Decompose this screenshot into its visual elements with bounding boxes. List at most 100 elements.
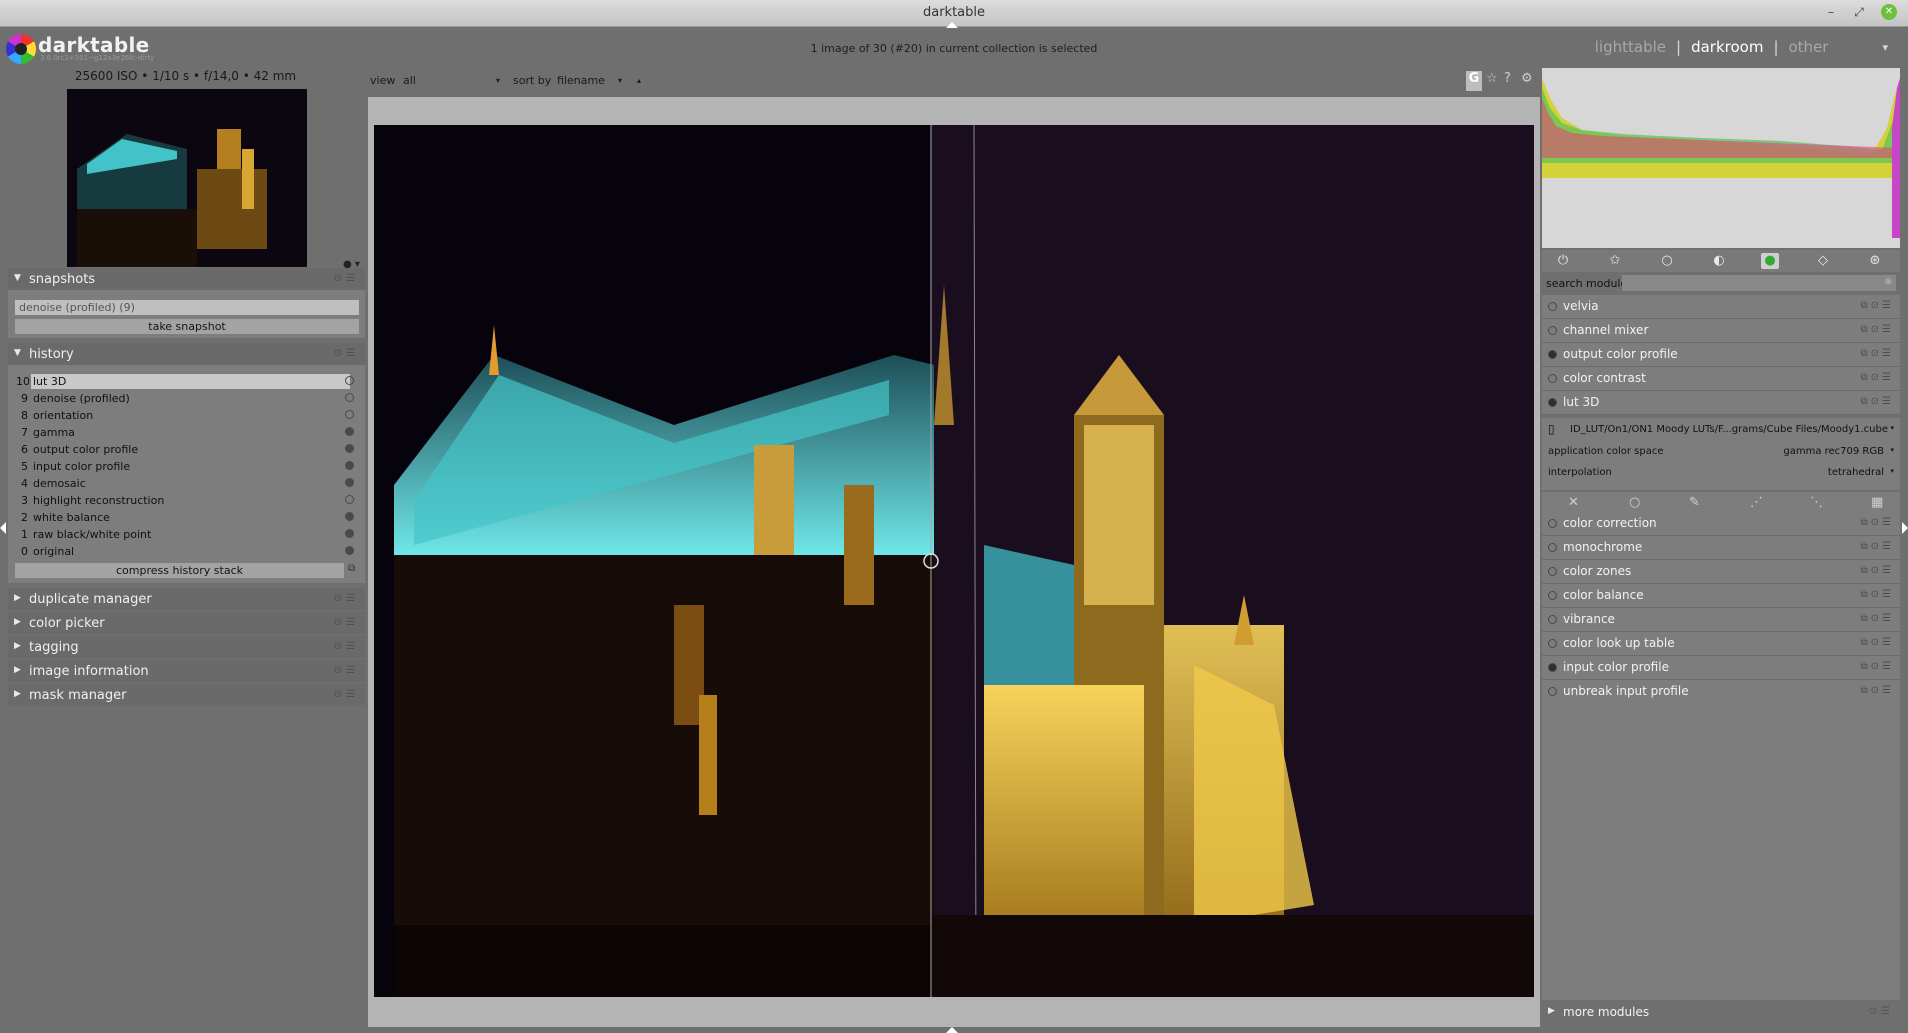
sort-dropdown-icon[interactable]: ▾: [618, 76, 622, 85]
collapse-top-arrow-icon[interactable]: [946, 22, 958, 28]
collapse-bottom-arrow-icon[interactable]: [946, 1027, 958, 1033]
module-controls-icon[interactable]: ⧉⊙☰: [1861, 589, 1894, 600]
maximize-icon[interactable]: ⤢: [1851, 4, 1867, 20]
power-icon[interactable]: [1548, 543, 1557, 552]
snapshots-header[interactable]: ▼ snapshots ⊙☰: [8, 268, 365, 290]
color-picker-header[interactable]: ▶ color picker ⊙☰: [8, 612, 365, 634]
tagging-header[interactable]: ▶ tagging ⊙☰: [8, 636, 365, 658]
blend-off-icon[interactable]: ✕: [1568, 495, 1579, 510]
minimize-icon[interactable]: –: [1823, 4, 1839, 20]
uniform-blend-icon[interactable]: ○: [1629, 495, 1640, 510]
module-controls-icon[interactable]: ⧉⊙☰: [1861, 372, 1894, 383]
power-icon[interactable]: [1548, 398, 1557, 407]
sort-select[interactable]: filename: [557, 74, 605, 87]
mask-manager-header[interactable]: ▶ mask manager ⊙☰: [8, 684, 365, 706]
interpolation-row[interactable]: interpolation tetrahedral ▾: [1548, 465, 1894, 483]
navigator-thumbnail[interactable]: [67, 89, 307, 267]
power-icon[interactable]: [1548, 615, 1557, 624]
history-item[interactable]: 9 denoise (profiled): [14, 390, 354, 407]
power-icon[interactable]: [1548, 639, 1557, 648]
clear-search-icon[interactable]: ⊗: [1884, 277, 1892, 287]
history-header[interactable]: ▼ history ⊙☰: [8, 343, 365, 365]
history-item[interactable]: 1 raw black/white point: [14, 526, 354, 543]
power-icon[interactable]: [1548, 519, 1557, 528]
module-controls-icon[interactable]: ⧉⊙☰: [1861, 541, 1894, 552]
snapshot-item[interactable]: denoise (profiled) (9): [15, 300, 359, 315]
histogram[interactable]: [1542, 68, 1900, 248]
module-controls-icon[interactable]: ⊙☰: [1869, 1006, 1894, 1017]
more-modules-header[interactable]: ▶ more modules ⊙☰: [1542, 1001, 1900, 1023]
take-snapshot-button[interactable]: take snapshot: [15, 319, 359, 334]
module-controls-icon[interactable]: ⧉⊙☰: [1861, 324, 1894, 335]
collapse-right-arrow-icon[interactable]: [1902, 522, 1908, 534]
history-item[interactable]: 8 orientation: [14, 407, 354, 424]
dropdown-icon[interactable]: ▾: [1890, 446, 1894, 454]
help-icon[interactable]: ?: [1504, 71, 1511, 86]
view-filter-dropdown-icon[interactable]: ▾: [496, 76, 500, 85]
history-item[interactable]: 3 highlight reconstruction: [14, 492, 354, 509]
sort-order-icon[interactable]: ▴: [637, 76, 641, 85]
module-color-correction[interactable]: color correction ⧉⊙☰: [1542, 512, 1900, 536]
view-filter-select[interactable]: all: [403, 74, 416, 87]
module-controls-icon[interactable]: ⊙☰: [334, 689, 359, 700]
drawn-parametric-mask-icon[interactable]: ⋱: [1810, 495, 1823, 510]
module-controls-icon[interactable]: ⊙☰: [334, 273, 359, 284]
module-controls-icon[interactable]: ⧉⊙☰: [1861, 613, 1894, 624]
history-item[interactable]: 7 gamma: [14, 424, 354, 441]
view-lighttable[interactable]: lighttable: [1595, 38, 1666, 56]
view-darkroom[interactable]: darkroom: [1691, 38, 1763, 56]
duplicate-manager-header[interactable]: ▶ duplicate manager ⊙☰: [8, 588, 365, 610]
power-icon[interactable]: [1548, 663, 1557, 672]
view-other[interactable]: other: [1789, 38, 1829, 56]
active-modules-group-icon[interactable]: ⏻: [1554, 253, 1572, 269]
module-vibrance[interactable]: vibrance ⧉⊙☰: [1542, 608, 1900, 632]
module-controls-icon[interactable]: ⊙☰: [334, 641, 359, 652]
color-group-icon[interactable]: ●: [1761, 253, 1779, 269]
grading-group-icon[interactable]: ◐: [1710, 253, 1728, 269]
favorites-group-icon[interactable]: ✩: [1606, 253, 1624, 269]
image-preview[interactable]: [374, 125, 1534, 997]
lut3d-file-row[interactable]: ▯ ID_LUT/On1/ON1 Moody LUTs/F...grams/Cu…: [1548, 422, 1894, 440]
module-controls-icon[interactable]: ⧉⊙☰: [1861, 565, 1894, 576]
dropdown-icon[interactable]: ▾: [1890, 424, 1894, 432]
compress-history-icon[interactable]: ⧉: [348, 563, 360, 577]
views-menu-icon[interactable]: ▾: [1882, 41, 1888, 54]
raster-mask-icon[interactable]: ▦: [1871, 495, 1883, 510]
power-icon[interactable]: [1548, 591, 1557, 600]
power-icon[interactable]: [1548, 567, 1557, 576]
module-color-balance[interactable]: color balance ⧉⊙☰: [1542, 584, 1900, 608]
module-color-lookup-table[interactable]: color look up table ⧉⊙☰: [1542, 632, 1900, 656]
module-controls-icon[interactable]: ⊙☰: [334, 617, 359, 628]
power-icon[interactable]: [1548, 374, 1557, 383]
technical-group-icon[interactable]: ○: [1658, 253, 1676, 269]
module-color-zones[interactable]: color zones ⧉⊙☰: [1542, 560, 1900, 584]
module-controls-icon[interactable]: ⧉⊙☰: [1861, 348, 1894, 359]
dropdown-icon[interactable]: ▾: [1890, 467, 1894, 475]
module-lut3d[interactable]: lut 3D ⧉⊙☰: [1542, 391, 1900, 415]
gear-icon[interactable]: ⚙: [1521, 71, 1533, 86]
history-item[interactable]: 4 demosaic: [14, 475, 354, 492]
history-item[interactable]: 10 lut 3D: [14, 373, 354, 390]
module-monochrome[interactable]: monochrome ⧉⊙☰: [1542, 536, 1900, 560]
power-icon[interactable]: [1548, 687, 1557, 696]
module-controls-icon[interactable]: ⊙☰: [334, 593, 359, 604]
file-icon[interactable]: ▯: [1548, 422, 1555, 436]
guides-g-button[interactable]: G: [1466, 71, 1482, 91]
module-controls-icon[interactable]: ⧉⊙☰: [1861, 637, 1894, 648]
history-item[interactable]: 2 white balance: [14, 509, 354, 526]
module-output-color-profile[interactable]: output color profile ⧉⊙☰: [1542, 343, 1900, 367]
search-module-input[interactable]: [1622, 275, 1896, 291]
module-controls-icon[interactable]: ⧉⊙☰: [1861, 685, 1894, 696]
module-controls-icon[interactable]: ⊙☰: [334, 348, 359, 359]
history-item[interactable]: 6 output color profile: [14, 441, 354, 458]
history-item[interactable]: 0 original: [14, 543, 354, 560]
effects-group-icon[interactable]: ⊛: [1866, 253, 1884, 269]
image-information-header[interactable]: ▶ image information ⊙☰: [8, 660, 365, 682]
drawn-mask-icon[interactable]: ✎: [1689, 495, 1700, 510]
power-icon[interactable]: [1548, 326, 1557, 335]
power-icon[interactable]: [1548, 302, 1557, 311]
correct-group-icon[interactable]: ◇: [1814, 253, 1832, 269]
module-controls-icon[interactable]: ⧉⊙☰: [1861, 517, 1894, 528]
module-channel-mixer[interactable]: channel mixer ⧉⊙☰: [1542, 319, 1900, 343]
power-icon[interactable]: [1548, 350, 1557, 359]
